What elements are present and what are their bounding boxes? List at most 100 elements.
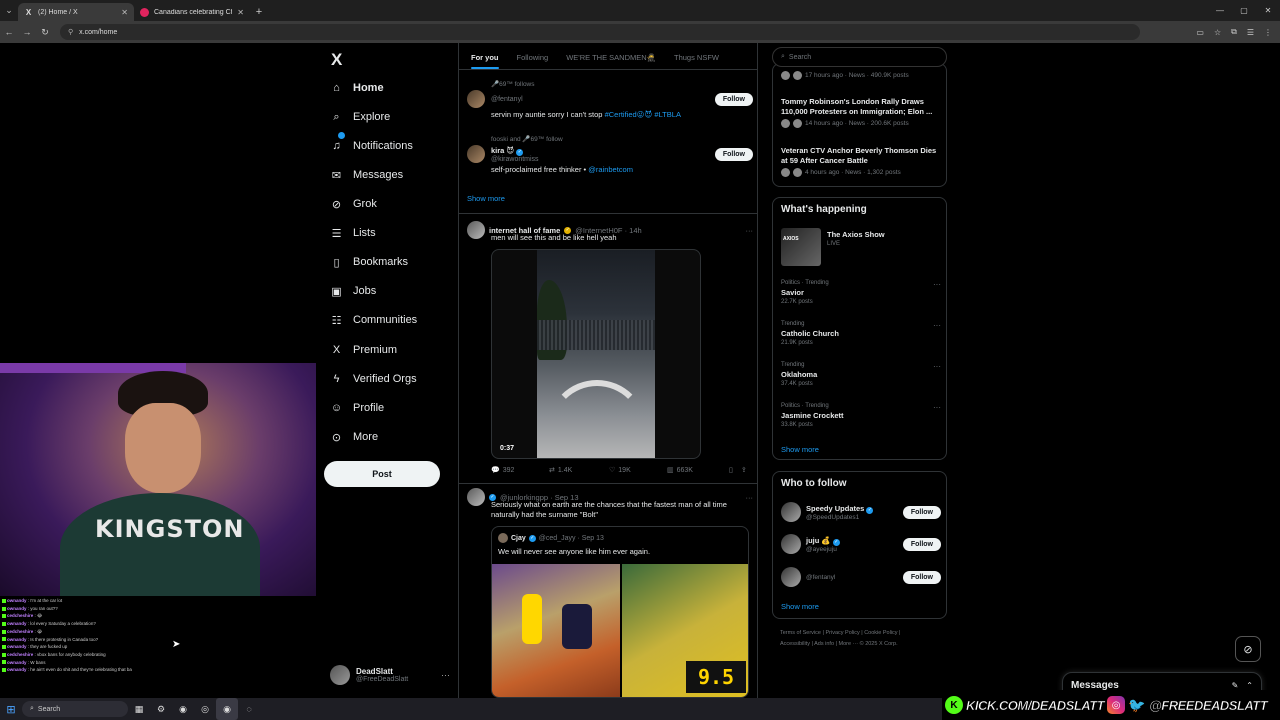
follow-button[interactable]: Follow [714,147,753,161]
bio-mention-link[interactable]: @rainbetcom [588,165,633,174]
task-view-icon[interactable]: ▦ [128,698,150,720]
follow-button[interactable]: Follow [902,537,941,551]
nav-item-profile[interactable]: ☺ Profile [330,397,384,419]
star-icon[interactable]: ☆ [1214,28,1221,37]
news-item[interactable]: Veteran CTV Anchor Beverly Thomson Dies … [781,146,941,177]
maximize-icon[interactable]: ▢ [1232,0,1256,21]
address-bar[interactable]: ⚲ x.com/home [60,24,1140,40]
news-item[interactable]: Tommy Robinson's London Rally Draws 110,… [781,97,941,128]
tab-search-icon[interactable]: ⌄ [0,0,18,21]
tab-thugs-nsfw[interactable]: Thugs NSFW [662,43,725,69]
chat-username[interactable]: ownandy [7,621,27,626]
nav-item-lists[interactable]: ☰ Lists [330,222,376,244]
obs-icon[interactable]: ◎ [194,698,216,720]
quoted-tweet[interactable]: Cjay ✓ @ced_Jayy · Sep 13 We will never … [491,526,749,698]
grok-floating-button[interactable]: ⊘ [1235,636,1261,662]
reply-button[interactable]: 💬 392 [491,466,549,475]
news-item[interactable]: 17 hours ago · News · 490.9K posts [781,69,941,80]
views-button[interactable]: ▥ 663K [667,466,729,475]
chat-username[interactable]: cedcheshire [7,629,33,634]
repost-button[interactable]: ⇄ 1.4K [549,466,609,475]
new-message-icon[interactable]: ✎ [1232,681,1239,690]
quote-image-sprint[interactable] [492,564,620,697]
follow-button[interactable]: Follow [902,505,941,519]
app-icon[interactable]: ◌ [238,698,260,720]
bookmark-icon[interactable]: ▯ [729,466,733,474]
new-tab-button[interactable]: + [250,3,268,21]
tab-following[interactable]: Following [505,43,555,69]
nav-item-verified-orgs[interactable]: ϟ Verified Orgs [330,368,417,390]
nav-item-messages[interactable]: ✉ Messages [330,164,403,186]
more-dots-icon[interactable]: ··· [746,493,754,502]
more-dots-icon[interactable]: ··· [441,670,450,680]
search-input[interactable]: ⌕ Search [772,47,947,67]
nav-item-home[interactable]: ⌂ Home [330,77,383,99]
quote-image-world-record[interactable] [622,564,748,697]
chat-username[interactable]: ownandy [7,598,27,603]
user-name[interactable]: kira 😈 ✓ [491,146,709,156]
more-dots-icon[interactable]: ··· [933,280,941,289]
follow-button[interactable]: Follow [902,570,941,584]
footer-link[interactable]: Ads info [814,641,834,647]
close-window-icon[interactable]: ✕ [1256,0,1280,21]
profile-icon[interactable]: ☰ [1247,28,1254,37]
more-dots-icon[interactable]: ··· [933,321,941,330]
expand-icon[interactable]: ⌃ [1246,681,1253,690]
nav-item-grok[interactable]: ⊘ Grok [330,193,377,215]
chat-username[interactable]: ownandy [7,660,27,665]
more-dots-icon[interactable]: ··· [933,362,941,371]
live-event[interactable]: AXIOS The Axios Show LIVE [781,228,885,266]
menu-icon[interactable]: ⋮ [1264,28,1272,37]
like-button[interactable]: ♡ 19K [609,466,667,475]
follow-button[interactable]: Follow [714,92,753,106]
chat-username[interactable]: cedcheshire [7,652,33,657]
minimize-icon[interactable]: — [1208,0,1232,21]
avatar[interactable] [467,488,485,506]
chat-username[interactable]: ownandy [7,644,27,649]
show-more-link[interactable]: Show more [781,445,819,454]
nav-item-communities[interactable]: ☷ Communities [330,309,418,331]
x-logo-icon[interactable]: X [331,50,342,70]
share-icon[interactable]: ⇪ [741,466,747,474]
follow-suggestion[interactable]: Speedy Updates ✓ @SpeedUpdates1 Follow [781,502,941,522]
reload-icon[interactable]: ↻ [36,27,54,38]
site-info-icon[interactable]: ⚲ [68,28,73,36]
cast-icon[interactable]: ▭ [1196,28,1204,37]
footer-link[interactable]: Privacy Policy [825,630,859,636]
settings-icon[interactable]: ⚙ [150,698,172,720]
bio-hashtag-link[interactable]: #Certified😜😈 #LTBLA [605,110,681,119]
follow-suggestion[interactable]: @fentanyl Follow [781,567,941,587]
nav-item-notifications[interactable]: ♫ Notifications [330,132,413,157]
post-button[interactable]: Post [324,461,440,487]
nav-item-explore[interactable]: ⌕ Explore [330,106,390,128]
trend-item[interactable]: Politics · Trending Savior 22.7K posts ·… [781,280,941,305]
chrome-icon[interactable]: ◉ [172,698,194,720]
nav-item-jobs[interactable]: ▣ Jobs [330,280,376,302]
close-tab-icon[interactable]: ✕ [121,8,128,17]
nav-item-premium[interactable]: X Premium [330,339,397,361]
footer-link[interactable]: Accessibility [780,641,810,647]
user-handle[interactable]: @fentanyl [491,96,709,103]
trend-item[interactable]: Trending Oklahoma 37.4K posts ··· [781,362,941,387]
tweet-video[interactable]: 0:37 [491,249,701,459]
show-more-link[interactable]: Show more [467,194,505,203]
nav-item-more[interactable]: ⊙ More [330,426,378,448]
tweet[interactable]: ✓ @junlorkingpp · Sep 13 ··· Seriously w… [467,488,753,520]
trend-item[interactable]: Politics · Trending Jasmine Crockett 33.… [781,403,941,428]
user-handle[interactable]: @kirawontmiss [491,156,709,163]
browser-tab-canadians[interactable]: Canadians celebrating Charlie K ✕ [134,3,250,21]
follow-suggestion[interactable]: juju 💰 ✓ @ayeejuju Follow [781,534,941,554]
more-dots-icon[interactable]: ··· [933,403,941,412]
windows-start-icon[interactable]: ⊞ [0,698,22,720]
chat-username[interactable]: cedcheshire [7,613,33,618]
footer-link[interactable]: Terms of Service [780,630,821,636]
browser-tab-home[interactable]: X (2) Home / X ✕ [18,3,134,21]
chat-username[interactable]: ownandy [7,667,27,672]
more-dots-icon[interactable]: ··· [746,226,754,235]
forward-icon[interactable]: → [18,27,36,37]
footer-link[interactable]: More ··· [839,641,859,647]
trend-item[interactable]: Trending Catholic Church 21.9K posts ··· [781,321,941,346]
tab-for-you[interactable]: For you [459,43,505,69]
tweet[interactable]: internet hall of fame ✓ @InternetH0F · 1… [467,221,753,243]
avatar[interactable] [467,145,485,163]
